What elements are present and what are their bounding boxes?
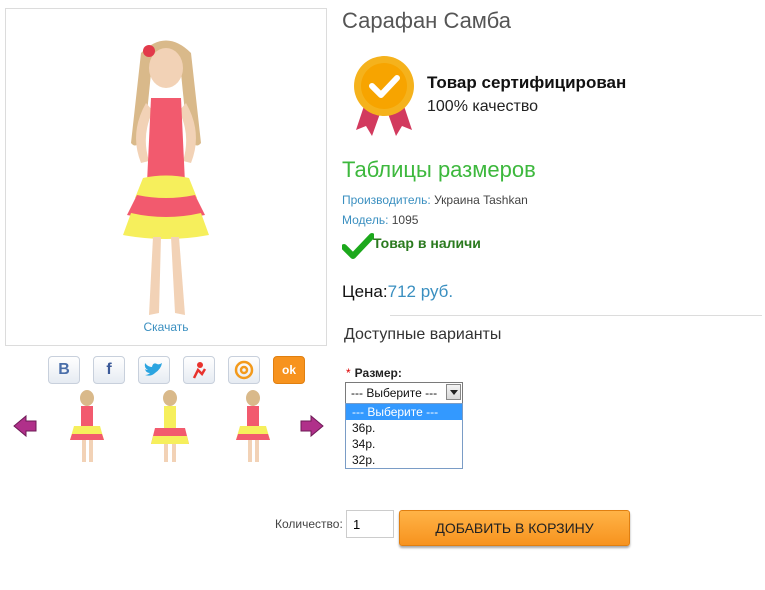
price-label: Цена:	[342, 282, 388, 301]
size-option[interactable]: 32р.	[346, 452, 462, 468]
quantity-input[interactable]	[346, 510, 394, 538]
moimir-icon	[192, 362, 207, 379]
divider	[390, 315, 762, 316]
manufacturer-label[interactable]: Производитель:	[342, 193, 431, 207]
in-stock-check-icon	[342, 233, 374, 259]
chevron-down-icon[interactable]	[446, 384, 461, 400]
size-select[interactable]: --- Выберите ---	[345, 382, 463, 404]
options-title: Доступные варианты	[344, 326, 502, 343]
required-asterisk: *	[346, 366, 351, 380]
certificate-title: Товар сертифицирован	[427, 73, 627, 92]
prev-arrow-icon[interactable]	[12, 414, 38, 438]
download-link[interactable]: Скачать	[6, 320, 326, 334]
size-option[interactable]: 36р.	[346, 420, 462, 436]
size-option[interactable]: 34р.	[346, 436, 462, 452]
product-photo	[123, 40, 209, 315]
quantity-label: Количество:	[275, 517, 343, 531]
vk-icon: В	[58, 361, 70, 378]
manufacturer-row: Производитель: Украина Tashkan	[342, 193, 528, 207]
odnoklassniki-share-button[interactable]: ok	[273, 356, 305, 384]
size-label-row: * Размер:	[346, 366, 402, 380]
model-value: 1095	[388, 213, 419, 227]
next-arrow-icon[interactable]	[299, 414, 325, 438]
add-to-cart-button[interactable]: ДОБАВИТЬ В КОРЗИНУ	[399, 510, 630, 546]
model-label: Модель:	[342, 213, 389, 227]
size-label: Размер:	[354, 366, 402, 380]
price-row: Цена:712 руб.	[342, 282, 453, 302]
size-select-value: --- Выберите ---	[351, 386, 438, 400]
vk-share-button[interactable]: В	[48, 356, 80, 384]
certificate-badge-icon	[354, 56, 414, 136]
price-value: 712 руб.	[387, 282, 454, 301]
size-option[interactable]: --- Выберите ---	[346, 404, 462, 420]
size-chart-link[interactable]: Таблицы размеров	[342, 157, 536, 183]
product-title: Сарафан Самба	[342, 8, 512, 33]
odnoklassniki-icon: ok	[281, 363, 296, 377]
manufacturer-value: Украина Tashkan	[430, 193, 528, 207]
facebook-share-button[interactable]: f	[93, 356, 125, 384]
twitter-icon	[144, 363, 162, 376]
mail-at-icon	[234, 360, 254, 380]
twitter-share-button[interactable]	[138, 356, 170, 384]
thumbnail-3[interactable]	[228, 388, 278, 464]
thumbnail-1[interactable]	[62, 388, 112, 464]
size-dropdown-list: --- Выберите --- 36р. 34р. 32р.	[345, 403, 463, 469]
moimir-share-button[interactable]	[183, 356, 215, 384]
thumbnail-2[interactable]	[145, 388, 195, 464]
model-row: Модель: 1095	[342, 213, 418, 227]
certificate-subtitle: 100% качество	[427, 98, 539, 115]
stock-status: Товар в наличи	[373, 235, 481, 251]
facebook-icon: f	[106, 361, 112, 378]
main-product-image[interactable]: Скачать	[5, 8, 327, 346]
mailru-share-button[interactable]	[228, 356, 260, 384]
